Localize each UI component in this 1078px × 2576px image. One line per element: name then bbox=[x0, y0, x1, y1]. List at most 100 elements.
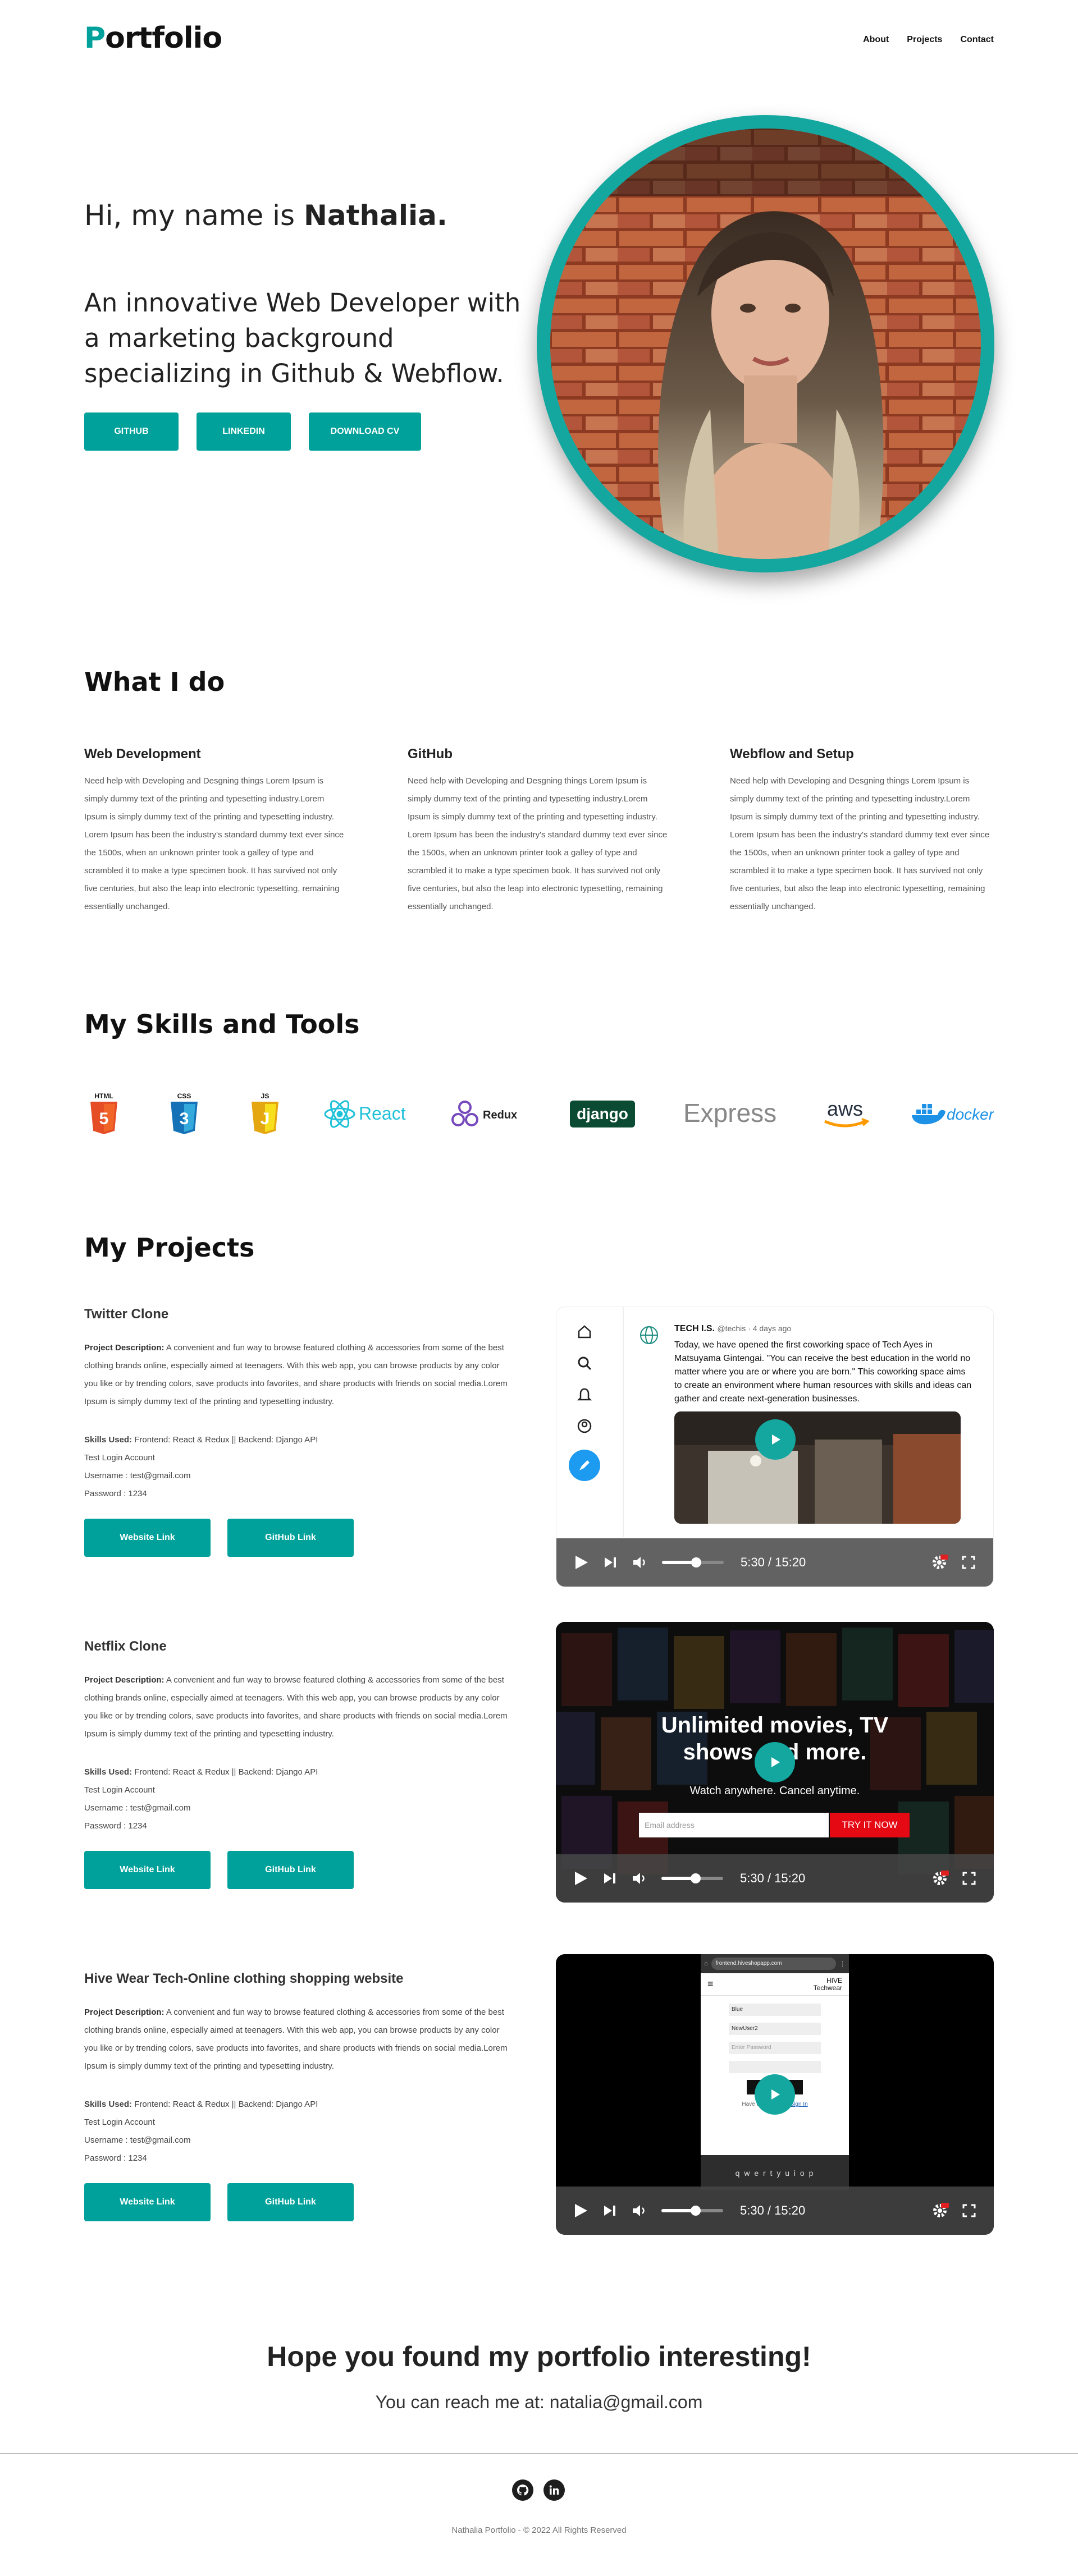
github-link-button[interactable]: GitHub Link bbox=[227, 1519, 354, 1557]
skills-logos: HTML 5 CSS 3 JS J React Redux django Exp… bbox=[84, 1089, 994, 1139]
project-hive-wear: Hive Wear Tech-Online clothing shopping … bbox=[84, 1954, 994, 2263]
fullscreen-icon[interactable] bbox=[961, 1871, 977, 1886]
download-cv-button[interactable]: DOWNLOAD CV bbox=[309, 412, 421, 451]
hero-greeting: Hi, my name is Nathalia. bbox=[84, 199, 447, 232]
service-title: GitHub bbox=[408, 746, 453, 762]
signup-field-3[interactable]: Enter Password bbox=[729, 2042, 821, 2054]
closing-heading: Hope you found my portfolio interesting! bbox=[267, 2341, 811, 2372]
github-link-button[interactable]: GitHub Link bbox=[227, 2183, 354, 2221]
svg-text:HTML: HTML bbox=[94, 1092, 113, 1100]
nav-link-contact[interactable]: Contact bbox=[960, 35, 994, 45]
service-webflow: Webflow and Setup Need help with Develop… bbox=[730, 746, 994, 916]
nav-links: About Projects Contact bbox=[863, 35, 994, 45]
linkedin-button[interactable]: LINKEDIN bbox=[197, 412, 291, 451]
video-controls: 5:30 / 15:20 bbox=[556, 1538, 993, 1587]
react-icon: React bbox=[324, 1089, 414, 1139]
project-meta: Skills Used: Frontend: React & Redux || … bbox=[84, 1435, 318, 1498]
twitter-video-player[interactable]: TECH I.S. @techis · 4 days ago Today, we… bbox=[556, 1307, 994, 1587]
docker-icon: docker bbox=[910, 1089, 994, 1139]
github-link-button[interactable]: GitHub Link bbox=[227, 1851, 354, 1889]
github-icon[interactable] bbox=[512, 2479, 533, 2501]
svg-text:React: React bbox=[359, 1103, 406, 1124]
volume-slider[interactable] bbox=[661, 2206, 723, 2216]
mobile-keyboard: q w e r t y u i o p bbox=[701, 2155, 849, 2190]
netflix-email-input[interactable]: Email address bbox=[639, 1813, 829, 1837]
search-icon bbox=[578, 1356, 592, 1370]
video-time: 5:30 / 15:20 bbox=[741, 1555, 806, 1569]
portrait-photo bbox=[550, 129, 981, 559]
netflix-video-player[interactable]: Unlimited movies, TV shows and more. Wat… bbox=[556, 1622, 994, 1903]
settings-icon[interactable] bbox=[930, 1553, 948, 1571]
signup-field-2[interactable]: NewUser2 bbox=[729, 2023, 821, 2035]
css3-icon: CSS 3 bbox=[167, 1089, 201, 1139]
service-text: Need help with Developing and Desgning t… bbox=[408, 776, 668, 911]
fullscreen-icon[interactable] bbox=[961, 1555, 976, 1570]
volume-slider[interactable] bbox=[662, 1557, 724, 1567]
javascript-icon: JS J bbox=[248, 1089, 282, 1139]
skip-next-icon[interactable] bbox=[602, 1870, 618, 1887]
svg-text:docker: docker bbox=[947, 1106, 994, 1123]
project-buttons: Website Link GitHub Link bbox=[84, 1519, 354, 1557]
hamburger-icon: ≡ bbox=[707, 1978, 714, 1990]
globe-icon bbox=[638, 1324, 660, 1346]
hero-buttons: GITHUB LINKEDIN DOWNLOAD CV bbox=[84, 412, 421, 451]
website-link-button[interactable]: Website Link bbox=[84, 1851, 211, 1889]
volume-slider[interactable] bbox=[661, 1873, 723, 1883]
video-play-overlay[interactable] bbox=[755, 1419, 796, 1460]
service-github: GitHub Need help with Developing and Des… bbox=[408, 746, 672, 916]
twitter-sidebar bbox=[569, 1324, 600, 1481]
website-link-button[interactable]: Website Link bbox=[84, 2183, 211, 2221]
skip-next-icon[interactable] bbox=[602, 2202, 618, 2219]
svg-text:JS: JS bbox=[261, 1092, 270, 1100]
project-title: Netflix Clone bbox=[84, 1639, 167, 1654]
site-logo[interactable]: Portfolio bbox=[84, 21, 222, 55]
settings-icon[interactable] bbox=[931, 2202, 949, 2220]
video-play-overlay[interactable] bbox=[755, 2074, 795, 2115]
netflix-try-button[interactable]: TRY IT NOW bbox=[830, 1813, 910, 1837]
skills-heading: My Skills and Tools bbox=[84, 1009, 360, 1039]
play-icon[interactable] bbox=[573, 2202, 588, 2219]
nav-link-projects[interactable]: Projects bbox=[907, 35, 942, 45]
volume-icon[interactable] bbox=[631, 1870, 648, 1887]
volume-icon[interactable] bbox=[631, 2202, 648, 2219]
svg-text:3: 3 bbox=[180, 1110, 189, 1128]
nav-link-about[interactable]: About bbox=[863, 35, 889, 45]
project-buttons: Website Link GitHub Link bbox=[84, 2183, 354, 2221]
play-icon[interactable] bbox=[573, 1870, 588, 1887]
svg-text:CSS: CSS bbox=[177, 1092, 191, 1100]
fullscreen-icon[interactable] bbox=[961, 2203, 977, 2219]
project-buttons: Website Link GitHub Link bbox=[84, 1851, 354, 1889]
svg-text:Redux: Redux bbox=[483, 1109, 517, 1121]
project-meta: Skills Used: Frontend: React & Redux || … bbox=[84, 1767, 318, 1831]
github-button[interactable]: GITHUB bbox=[84, 412, 179, 451]
html5-icon: HTML 5 bbox=[87, 1089, 121, 1139]
signup-field-1[interactable]: Blue bbox=[729, 2004, 821, 2016]
project-description: Project Description: A convenient and fu… bbox=[84, 1343, 508, 1406]
hero-tagline: An innovative Web Developer with a marke… bbox=[84, 288, 521, 388]
video-time: 5:30 / 15:20 bbox=[740, 2203, 806, 2217]
service-title: Webflow and Setup bbox=[730, 746, 854, 762]
settings-icon[interactable] bbox=[931, 1869, 949, 1887]
django-icon: django bbox=[570, 1089, 637, 1139]
contact-email-line[interactable]: You can reach me at: natalia@gmail.com bbox=[0, 2392, 1078, 2413]
website-link-button[interactable]: Website Link bbox=[84, 1519, 211, 1557]
skip-next-icon[interactable] bbox=[602, 1554, 618, 1571]
video-play-overlay[interactable] bbox=[755, 1742, 795, 1782]
play-icon[interactable] bbox=[573, 1554, 589, 1571]
project-description: Project Description: A convenient and fu… bbox=[84, 2007, 508, 2071]
video-controls: 5:30 / 15:20 bbox=[556, 2187, 994, 2235]
volume-icon[interactable] bbox=[632, 1554, 648, 1571]
video-time: 5:30 / 15:20 bbox=[740, 1871, 806, 1885]
phone-screen: ⌂ frontend.hiveshopapp.com ⋮ ≡ HIVE Techw… bbox=[701, 1954, 849, 2190]
project-twitter-clone: Twitter Clone Project Description: A con… bbox=[84, 1307, 994, 1598]
linkedin-icon[interactable] bbox=[543, 2479, 565, 2501]
netflix-subline: Watch anywhere. Cancel anytime. bbox=[689, 1785, 860, 1797]
svg-text:5: 5 bbox=[99, 1110, 109, 1128]
home-icon bbox=[578, 1325, 591, 1339]
footer-copyright: Nathalia Portfolio - © 2022 All Rights R… bbox=[451, 2525, 627, 2535]
hive-video-player[interactable]: ⌂ frontend.hiveshopapp.com ⋮ ≡ HIVE Techw… bbox=[556, 1954, 994, 2235]
service-web-development: Web Development Need help with Developin… bbox=[84, 746, 348, 916]
projects-heading: My Projects bbox=[84, 1232, 255, 1263]
profile-icon bbox=[577, 1419, 592, 1433]
project-title: Twitter Clone bbox=[84, 1307, 169, 1322]
